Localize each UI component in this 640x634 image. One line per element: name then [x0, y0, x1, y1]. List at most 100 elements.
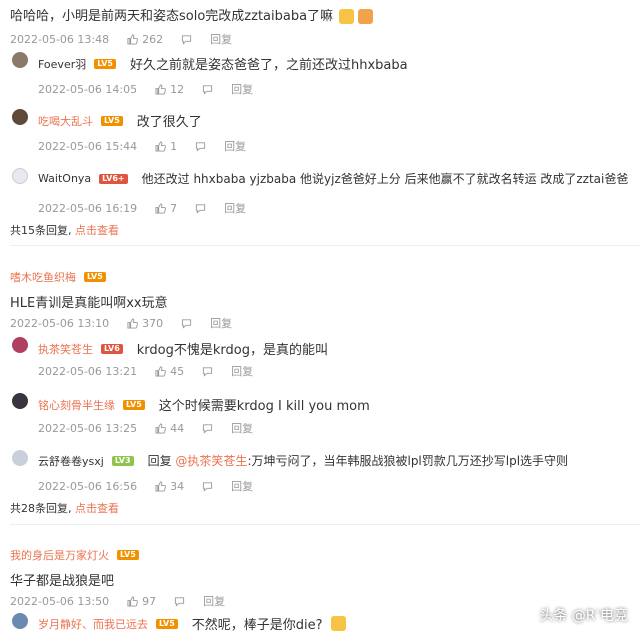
comment-icon[interactable]: [195, 141, 206, 152]
avatar[interactable]: [12, 109, 28, 125]
reply-button[interactable]: 回复: [231, 420, 253, 436]
comment-username[interactable]: 我的身后是万家灯火: [10, 547, 109, 563]
more-suffix: 条回复,: [35, 224, 72, 237]
level-badge: LV3: [111, 455, 134, 466]
thread3-top-meta: 2022-05-06 13:50 97 回复: [10, 593, 225, 609]
reply-username[interactable]: 云舒卷卷ysxj: [38, 453, 104, 469]
reply-button[interactable]: 回复: [210, 31, 232, 47]
comment-username[interactable]: 嗜木吃鱼织梅: [10, 269, 76, 285]
reply-text: krdog不愧是krdog，是真的能叫: [136, 343, 328, 358]
reply-meta: 2022-05-06 15:44 1 回复: [38, 138, 246, 154]
cat-emoji-icon: [330, 616, 346, 631]
comment-icon[interactable]: [202, 366, 213, 377]
comment-icon[interactable]: [202, 423, 213, 434]
view-more-link[interactable]: 点击查看: [75, 224, 119, 237]
comment-text: 华子都是战狼是吧: [10, 574, 115, 589]
reply-button[interactable]: 回复: [224, 200, 246, 216]
comment-time: 2022-05-06 13:10: [10, 316, 110, 330]
level-badge: LV5: [117, 550, 139, 560]
level-badge: LV5: [94, 58, 116, 69]
avatar[interactable]: [12, 613, 28, 629]
cat-emoji-icon: [358, 9, 374, 24]
comment-icon[interactable]: [202, 481, 213, 492]
reply-username[interactable]: 吃喝大乱斗: [38, 113, 93, 129]
comment-icon[interactable]: [202, 84, 213, 95]
reply-button[interactable]: 回复: [231, 478, 253, 494]
reply-text: 他还改过 hhxbaba yjzbaba 他说yjz爸爸好上分 后来他赢不了就改…: [141, 172, 629, 186]
reply-header: 铭心刻骨半生缘 LV5 这个时候需要krdog I kill you mom: [38, 395, 370, 415]
like-button[interactable]: 7: [155, 202, 177, 215]
like-count: 45: [170, 364, 185, 378]
reply-button[interactable]: 回复: [231, 81, 253, 97]
like-button[interactable]: 1: [155, 140, 177, 153]
like-count: 97: [142, 594, 157, 608]
avatar[interactable]: [12, 393, 28, 409]
avatar[interactable]: [12, 337, 28, 353]
cat-emoji-icon: [339, 9, 355, 24]
reply-username[interactable]: 执茶笑苍生: [38, 341, 93, 357]
like-count: 1: [170, 139, 178, 153]
comment-time: 2022-05-06 13:21: [38, 364, 138, 378]
avatar[interactable]: [12, 168, 28, 184]
reply-text: 这个时候需要krdog I kill you mom: [158, 399, 370, 414]
like-button[interactable]: 97: [127, 595, 156, 608]
reply-button[interactable]: 回复: [224, 138, 246, 154]
more-suffix: 条回复,: [35, 502, 72, 515]
thread2-top-header: 嗜木吃鱼织梅 LV5: [10, 269, 106, 285]
comment-text: HLE青训是真能叫啊xx玩意: [10, 296, 168, 311]
comment-time: 2022-05-06 16:19: [38, 201, 138, 215]
like-count: 12: [170, 82, 185, 96]
reply-header: 吃喝大乱斗 LV5 改了很久了: [38, 111, 202, 131]
reply-button[interactable]: 回复: [210, 315, 232, 331]
reply-username[interactable]: 岁月静好、而我已远去: [38, 616, 148, 632]
level-badge: LV6: [101, 343, 123, 354]
divider: [10, 524, 640, 525]
like-button[interactable]: 370: [127, 317, 163, 330]
reply-meta: 2022-05-06 13:21 45 回复: [38, 363, 253, 379]
reply-text-wrap: 回复 @执茶笑苍生:万坤亏闷了，当年韩服战狼被lpl罚款几万还抄写lpl选手守则: [148, 452, 568, 469]
thread1-top-meta: 2022-05-06 13:48 262 回复: [10, 31, 232, 47]
reply-username[interactable]: WaitOnya: [38, 172, 91, 185]
mention-link[interactable]: @执茶笑苍生: [175, 454, 247, 468]
comment-icon[interactable]: [195, 203, 206, 214]
avatar[interactable]: [12, 450, 28, 466]
thread2-top-meta: 2022-05-06 13:10 370 回复: [10, 315, 232, 331]
reply-header: 云舒卷卷ysxj LV3 回复 @执茶笑苍生:万坤亏闷了，当年韩服战狼被lpl罚…: [38, 452, 568, 469]
watermark: 头条 @R‘电竞: [539, 608, 628, 624]
reply-count: 15: [21, 224, 35, 237]
reply-meta: 2022-05-06 13:25 44 回复: [38, 420, 253, 436]
like-icon: [127, 33, 139, 45]
reply-header: 岁月静好、而我已远去 LV5 不然呢，棒子是你die?: [38, 614, 346, 633]
like-button[interactable]: 262: [127, 33, 163, 46]
like-count: 370: [142, 316, 164, 330]
view-more-replies: 共28条回复, 点击查看: [10, 500, 119, 516]
reply-header: 执茶笑苍生 LV6 krdog不愧是krdog，是真的能叫: [38, 339, 328, 359]
like-count: 262: [142, 32, 164, 46]
reply-button[interactable]: 回复: [203, 593, 225, 609]
like-count: 7: [170, 201, 178, 215]
reply-meta: 2022-05-06 16:56 34 回复: [38, 478, 253, 494]
comment-icon[interactable]: [181, 318, 192, 329]
reply-username[interactable]: 铭心刻骨半生缘: [38, 397, 115, 413]
more-prefix: 共: [10, 502, 21, 515]
comment-icon[interactable]: [181, 34, 192, 45]
reply-text: 改了很久了: [136, 115, 202, 130]
comment-time: 2022-05-06 13:25: [38, 421, 138, 435]
comment-icon[interactable]: [174, 596, 185, 607]
view-more-link[interactable]: 点击查看: [75, 502, 119, 515]
like-button[interactable]: 45: [155, 365, 184, 378]
like-icon: [127, 595, 139, 607]
like-button[interactable]: 44: [155, 422, 184, 435]
level-badge: LV6+: [99, 173, 128, 184]
comment-time: 2022-05-06 13:48: [10, 32, 110, 46]
reply-button[interactable]: 回复: [231, 363, 253, 379]
avatar[interactable]: [12, 52, 28, 68]
like-button[interactable]: 12: [155, 83, 184, 96]
like-icon: [155, 422, 167, 434]
reply-meta: 2022-05-06 16:19 7 回复: [38, 200, 246, 216]
like-icon: [155, 202, 167, 214]
thread3-top-header: 我的身后是万家灯火 LV5: [10, 547, 139, 563]
like-icon: [127, 317, 139, 329]
reply-username[interactable]: Foever羽: [38, 56, 86, 72]
like-button[interactable]: 34: [155, 480, 184, 493]
